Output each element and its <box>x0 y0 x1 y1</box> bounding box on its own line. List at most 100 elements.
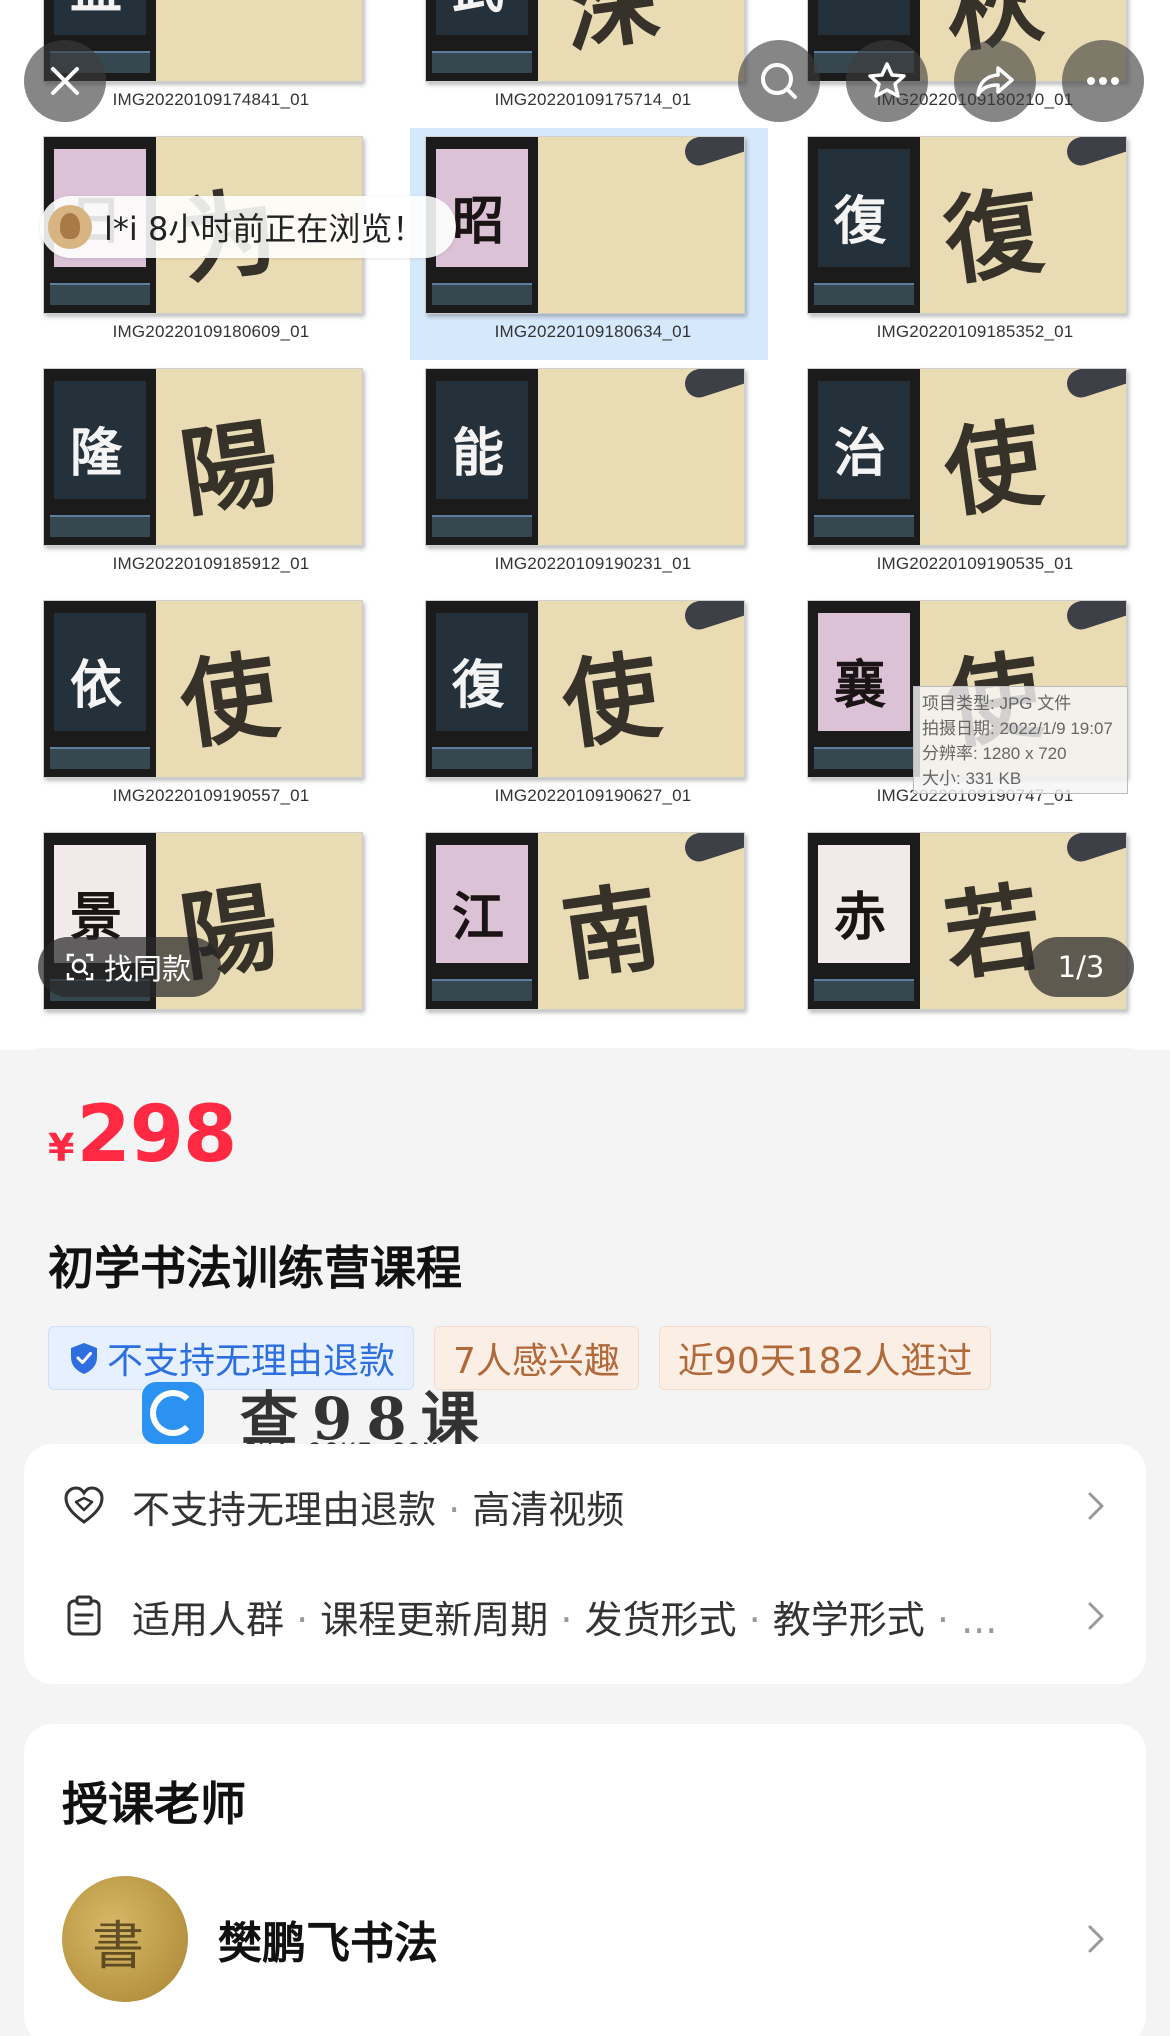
price: ¥ 298 <box>48 1090 237 1180</box>
phone-screen: 一 <box>818 0 910 35</box>
phone-in-photo: 能 <box>426 369 538 545</box>
phone-toolbar <box>50 515 150 537</box>
image-gallery[interactable]: 監IMG20220109174841_01武深IMG20220109175714… <box>0 0 1170 1050</box>
viewer-text: l*i 8小时前正在浏览！ <box>104 210 425 248</box>
paper-in-photo <box>156 0 362 81</box>
phone-toolbar <box>814 515 914 537</box>
service-card: 不支持无理由退款 · 高清视频 适用人群 · 课程更新周期 · 发货形式 · 教… <box>24 1444 1146 1684</box>
file-thumbnail: 昭 <box>425 136 745 314</box>
phone-screen: 赤 <box>818 845 910 963</box>
screen-glyph: 江 <box>452 887 505 948</box>
tooltip-size: 大小: 331 KB <box>922 769 1022 788</box>
screen-glyph: 治 <box>834 423 887 484</box>
phone-screen: 復 <box>818 149 910 267</box>
file-thumbnail: 江南 <box>425 832 745 1010</box>
file-tile[interactable]: 江南 <box>402 824 784 1050</box>
phone-screen: 襄 <box>818 613 910 731</box>
more-button[interactable] <box>1062 40 1144 122</box>
paper-ink: 使 <box>173 637 285 764</box>
screen-glyph: 昭 <box>452 191 505 252</box>
share-button[interactable] <box>954 40 1036 122</box>
phone-in-photo: 武 <box>426 0 538 81</box>
chevron-right-icon <box>1088 1492 1104 1520</box>
phone-toolbar <box>432 747 532 769</box>
file-thumbnail: 能 <box>425 368 745 546</box>
recent-viewer-badge: l*i 8小时前正在浏览！ <box>40 196 457 258</box>
param-update-cycle: 课程更新周期 <box>320 1597 549 1642</box>
service-refund: 不支持无理由退款 <box>132 1487 437 1532</box>
paper-in-photo: 使 <box>920 369 1126 545</box>
file-name: IMG20220109190535_01 <box>876 554 1074 573</box>
file-tile[interactable]: 隆陽 IMG20220109185912_01 <box>20 360 402 592</box>
file-thumbnail: 武深 <box>425 0 745 82</box>
phone-screen: 復 <box>436 613 528 731</box>
file-tile[interactable]: 治使 IMG20220109190535_01 <box>784 360 1166 592</box>
search-button[interactable] <box>738 40 820 122</box>
file-name: IMG20220109185352_01 <box>876 322 1074 341</box>
brush-in-photo <box>1063 369 1126 402</box>
file-tile[interactable]: 復復 IMG20220109185352_01 <box>784 128 1166 360</box>
teacher-row[interactable]: 樊鹏飞书法 <box>62 1874 1108 2004</box>
phone-in-photo: 隆 <box>44 369 156 545</box>
phone-screen: 隆 <box>54 381 146 499</box>
visit-count-tag: 近90天182人逛过 <box>658 1326 992 1390</box>
file-thumbnail: 治使 <box>807 368 1127 546</box>
file-name: IMG20220109190627_01 <box>494 786 692 805</box>
find-similar-label: 找同款 <box>104 952 192 986</box>
service-row-refund[interactable]: 不支持无理由退款 · 高清视频 <box>62 1466 1108 1546</box>
teacher-card: 授课老师 樊鹏飞书法 <box>24 1724 1146 2036</box>
brush-in-photo <box>681 833 744 866</box>
phone-toolbar <box>432 515 532 537</box>
file-name: IMG20220109180634_01 <box>494 322 692 341</box>
file-tile[interactable]: 復使 IMG20220109190627_01 <box>402 592 784 824</box>
screen-glyph: 襄 <box>834 655 887 716</box>
tooltip-type: 项目类型: JPG 文件 <box>922 694 1072 713</box>
service-row-params[interactable]: 适用人群 · 课程更新周期 · 发货形式 · 教学形式 · ... <box>62 1576 1108 1656</box>
brush-in-photo <box>681 369 744 402</box>
phone-in-photo: 依 <box>44 601 156 777</box>
file-tile[interactable]: 能 IMG20220109190231_01 <box>402 360 784 592</box>
chevron-right-icon <box>1088 1602 1104 1630</box>
screen-glyph: 復 <box>834 191 887 252</box>
phone-toolbar <box>814 979 914 1001</box>
file-tile[interactable]: 昭 IMG20220109180634_01 <box>410 128 768 360</box>
paper-ink: 深 <box>555 0 667 68</box>
file-thumbnail: 復復 <box>807 136 1127 314</box>
paper-in-photo <box>538 137 744 313</box>
phone-screen: 監 <box>54 0 146 35</box>
phone-in-photo: 復 <box>808 137 920 313</box>
file-tile[interactable]: 依使 IMG20220109190557_01 <box>20 592 402 824</box>
file-name: IMG20220109190231_01 <box>494 554 692 573</box>
close-button[interactable] <box>24 40 106 122</box>
brush-in-photo <box>1063 137 1126 170</box>
param-delivery: 发货形式 <box>584 1597 737 1642</box>
service-row-refund-text: 不支持无理由退款 · 高清视频 <box>132 1487 625 1532</box>
service-row-params-text: 适用人群 · 课程更新周期 · 发货形式 · 教学形式 · ... <box>132 1597 998 1642</box>
find-similar-button[interactable]: 找同款 <box>38 937 222 997</box>
clipboard-icon <box>67 1595 101 1636</box>
file-tile[interactable]: 武深IMG20220109175714_01 <box>402 0 784 128</box>
phone-in-photo: 赤 <box>808 833 920 1009</box>
file-thumbnail: 隆陽 <box>43 368 363 546</box>
phone-in-photo: 襄 <box>808 601 920 777</box>
image-counter: 1/3 <box>1028 937 1134 997</box>
phone-in-photo: 復 <box>426 601 538 777</box>
paper-ink: 使 <box>555 637 667 764</box>
phone-screen: 治 <box>818 381 910 499</box>
shield-check-icon <box>71 1343 97 1374</box>
teacher-heading: 授课老师 <box>62 1777 246 1831</box>
param-teaching: 教学形式 <box>772 1597 925 1642</box>
favorite-button[interactable] <box>846 40 928 122</box>
screen-glyph: 一 <box>834 0 886 22</box>
paper-ink: 復 <box>937 173 1049 300</box>
phone-toolbar <box>814 283 914 305</box>
screen-glyph: 監 <box>70 0 122 22</box>
star-icon <box>868 62 906 98</box>
paper-in-photo: 陽 <box>156 369 362 545</box>
price-value: 298 <box>76 1090 237 1180</box>
paper-ink: 南 <box>555 869 667 996</box>
teacher-avatar <box>62 1876 188 2002</box>
paper-in-photo: 使 <box>156 601 362 777</box>
brush-in-photo <box>1063 833 1126 866</box>
product-tags: 不支持无理由退款 7人感兴趣 近90天182人逛过 <box>48 1326 992 1390</box>
